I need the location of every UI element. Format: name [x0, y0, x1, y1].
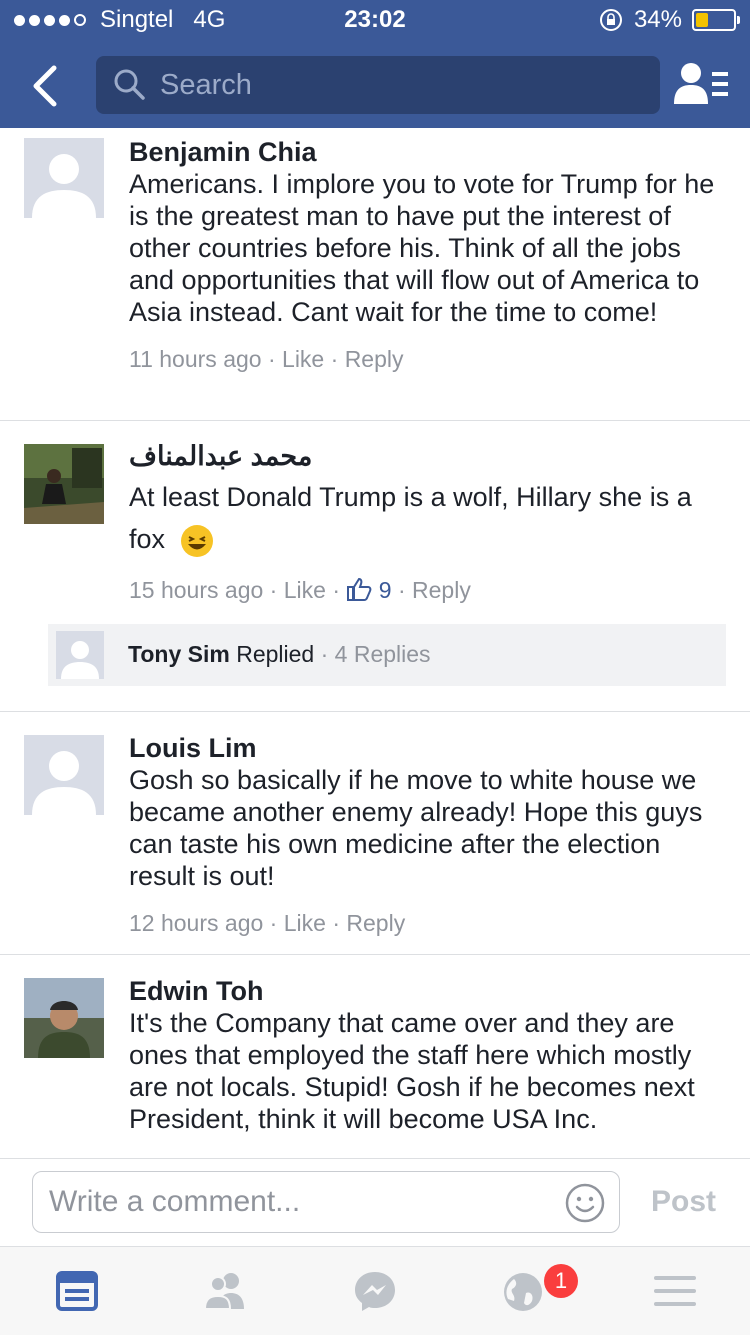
- comment-text: At least Donald Trump is a wolf, Hillary…: [129, 476, 729, 560]
- search-icon: [114, 69, 145, 100]
- battery-percentage: 34%: [633, 6, 682, 33]
- friend-requests-icon[interactable]: [200, 1269, 250, 1313]
- comment-timestamp: 11 hours ago: [129, 346, 262, 372]
- like-link[interactable]: Like: [284, 910, 326, 936]
- post-button[interactable]: Post: [651, 1185, 716, 1219]
- comment-meta: 12 hours ago · Like · Reply: [129, 910, 406, 936]
- more-menu-icon[interactable]: [650, 1269, 700, 1313]
- comment-placeholder: Write a comment...: [49, 1185, 301, 1218]
- avatar: [56, 631, 104, 679]
- comment-meta: 11 hours ago · Like · Reply: [129, 346, 404, 372]
- like-count[interactable]: 9: [379, 577, 392, 603]
- profile-photo: [24, 444, 104, 524]
- replier-name: Tony Sim: [128, 641, 230, 667]
- news-feed-icon[interactable]: [52, 1269, 102, 1313]
- comment-timestamp: 15 hours ago: [129, 577, 264, 603]
- emoji-picker-icon[interactable]: [565, 1183, 605, 1223]
- default-avatar-icon: [24, 138, 104, 218]
- notification-badge: 1: [544, 1264, 578, 1298]
- back-arrow-icon[interactable]: [20, 58, 72, 114]
- avatar[interactable]: [24, 444, 104, 524]
- search-placeholder: Search: [160, 68, 252, 101]
- divider: [0, 954, 750, 955]
- comment-meta: 15 hours ago · Like · 9 · Reply: [129, 577, 471, 603]
- avatar[interactable]: [24, 138, 104, 218]
- commenter-name[interactable]: Louis Lim: [129, 732, 729, 764]
- comment-text: Americans. I implore you to vote for Tru…: [129, 169, 715, 327]
- commenter-name[interactable]: Edwin Toh: [129, 975, 729, 1007]
- like-link[interactable]: Like: [282, 346, 324, 372]
- divider: [0, 711, 750, 712]
- comment-text: Gosh so basically if he move to white ho…: [129, 765, 703, 891]
- reply-link[interactable]: Reply: [346, 910, 405, 936]
- reply-link[interactable]: Reply: [345, 346, 404, 372]
- commenter-name[interactable]: Benjamin Chia: [129, 136, 729, 168]
- default-avatar-icon: [24, 735, 104, 815]
- comment-text-content: At least Donald Trump is a wolf, Hillary…: [129, 482, 692, 554]
- comment-text: It's the Company that came over and they…: [129, 1008, 695, 1134]
- divider: [0, 420, 750, 421]
- bottom-tab-bar: 1: [0, 1246, 750, 1335]
- status-bar: Singtel 4G 23:02 34%: [0, 0, 750, 40]
- comment-timestamp: 12 hours ago: [129, 910, 264, 936]
- replied-label: Replied: [236, 641, 315, 667]
- notifications-globe-icon[interactable]: [500, 1269, 550, 1313]
- comment-composer: Write a comment... Post: [0, 1158, 750, 1247]
- laughing-emoji-icon: [180, 524, 213, 557]
- friends-list-icon[interactable]: [674, 60, 730, 112]
- rotation-lock-icon: [599, 9, 622, 31]
- avatar[interactable]: [24, 735, 104, 815]
- commenter-name[interactable]: محمد عبدالمناف: [129, 440, 729, 472]
- reply-link[interactable]: Reply: [412, 577, 471, 603]
- comment-thread[interactable]: Benjamin Chia Americans. I implore you t…: [0, 128, 750, 1158]
- replies-preview[interactable]: Tony Sim Replied · 4 Replies: [48, 624, 726, 686]
- like-link[interactable]: Like: [284, 577, 326, 603]
- default-avatar-icon: [56, 631, 104, 679]
- comment-input[interactable]: Write a comment...: [32, 1171, 620, 1233]
- profile-photo: [24, 978, 104, 1058]
- battery-icon: [692, 9, 740, 31]
- reply-count: 4 Replies: [334, 641, 431, 667]
- thumbs-up-icon: [347, 577, 372, 601]
- messenger-icon[interactable]: [350, 1269, 400, 1313]
- search-input[interactable]: Search: [96, 56, 660, 114]
- avatar[interactable]: [24, 978, 104, 1058]
- top-navigation-bar: Singtel 4G 23:02 34% Search: [0, 0, 750, 128]
